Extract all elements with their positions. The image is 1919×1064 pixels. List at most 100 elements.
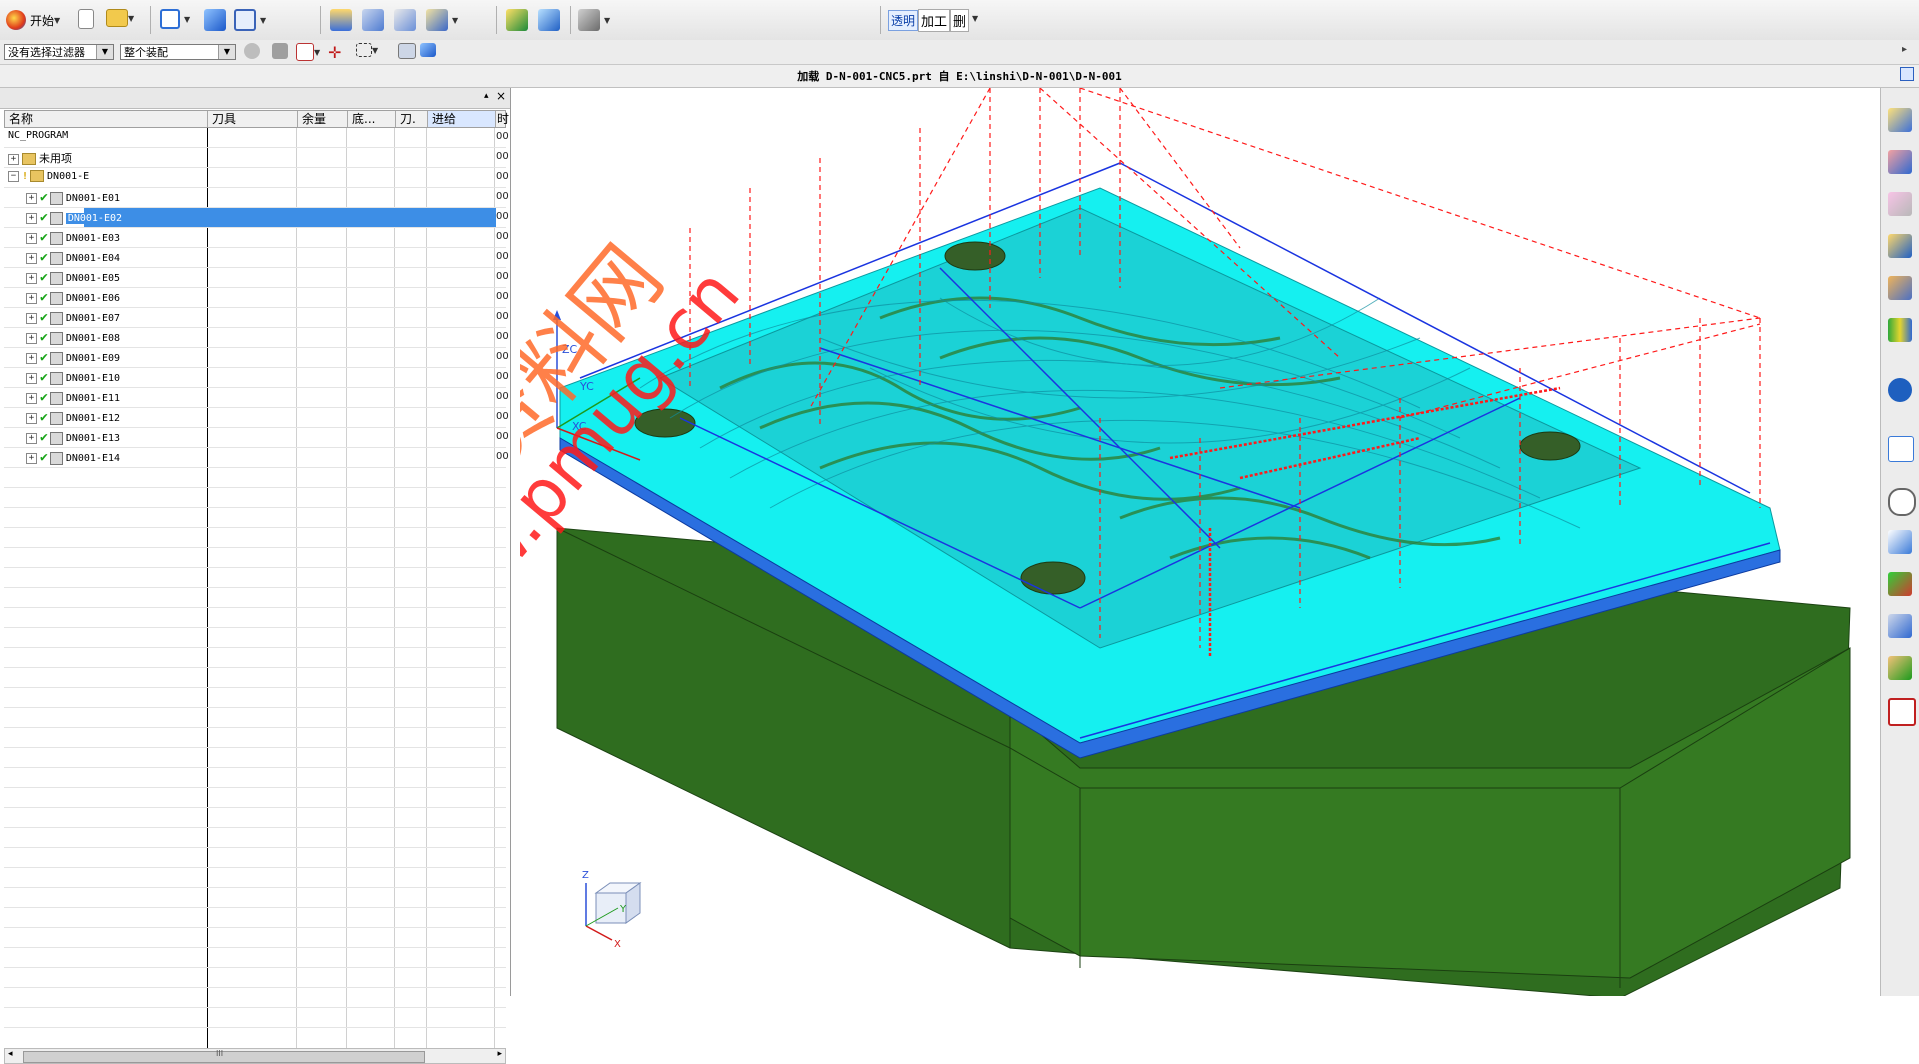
column-header-feed[interactable]: 进给 [428,111,496,127]
model-view-svg[interactable]: ZC YC XC Z Y X 编程资料网 www.pmug.cn [329,87,1872,999]
history-icon[interactable] [1888,436,1914,462]
operation-row[interactable]: + ✔ DN001-E05 00 [4,268,509,288]
operation-row[interactable]: + ✔ DN001-E02 00 [4,208,509,228]
operation-row[interactable]: + ✔ DN001-E12 00 [4,408,509,428]
user-roles-icon[interactable] [1888,656,1912,680]
delete-button[interactable]: 删 [950,8,970,32]
selection-filter-dropdown[interactable]: 没有选择过滤器 ▼ [4,44,114,60]
expand-icon[interactable]: + [26,272,37,284]
generate-toolpath-button[interactable] [506,9,528,31]
start-button[interactable]: 开始 ▼ [6,8,60,32]
postprocess-button[interactable]: ▼ [578,9,610,31]
empty-row [4,488,506,508]
expand-icon[interactable]: + [26,332,37,344]
expand-icon[interactable]: + [26,252,37,264]
view-component-button[interactable] [398,43,416,59]
web-browser-icon[interactable] [1888,378,1912,402]
window-close-button[interactable]: ▔ [1902,0,1910,9]
close-icon[interactable]: × [496,89,506,103]
expand-icon[interactable]: + [26,212,37,224]
replay-toolpath-icon [538,9,560,31]
operation-row[interactable]: + ✔ DN001-E04 00 [4,248,509,268]
operation-row[interactable]: + ✔ DN001-E08 00 [4,328,509,348]
time-cell: 00 [496,191,509,202]
operation-row[interactable]: + ✔ DN001-E01 00 [4,188,509,208]
roles-icon[interactable] [1888,572,1912,596]
chevron-left-icon[interactable]: ◂ [8,1049,13,1059]
point-type-button[interactable]: ▼ [296,43,320,61]
operation-row[interactable]: + ✔ DN001-E13 00 [4,428,509,448]
operation-row[interactable]: + ✔ DN001-E09 00 [4,348,509,368]
column-header-tool[interactable]: 刀具 [208,111,298,127]
assembly-scope-dropdown[interactable]: 整个装配 ▼ [120,44,236,60]
wireframe-view-button[interactable]: ▼ [234,9,266,31]
replay-toolpath-button[interactable] [538,9,560,31]
expand-icon[interactable]: + [8,153,19,165]
empty-row [4,868,506,888]
crosshair-button[interactable]: ✛ [328,43,341,62]
chevron-right-icon[interactable]: ▸ [497,1049,502,1059]
empty-row [4,888,506,908]
navigator-horizontal-scrollbar[interactable]: ◂ III ▸ [4,1048,506,1064]
program-order-view-button[interactable] [330,9,352,31]
column-header-stock[interactable]: 余量 [298,111,348,127]
operation-row[interactable]: + ✔ DN001-E06 00 [4,288,509,308]
tree-row-group[interactable]: −! DN001-E 00 [4,168,509,188]
expand-icon[interactable]: + [26,192,37,204]
machining-button[interactable]: 加工 [918,8,951,32]
toolbar2-overflow[interactable]: ▸ [1902,44,1907,55]
graphics-viewport[interactable]: ZC YC XC Z Y X 编程资料网 www.pmug.cn [329,87,1872,999]
process-studio-icon[interactable] [1888,530,1912,554]
expand-icon[interactable]: + [26,372,37,384]
tree-row-root[interactable]: NC_PROGRAM 00 [4,128,509,148]
operation-row[interactable]: + ✔ DN001-E07 00 [4,308,509,328]
operation-label: DN001-E09 [65,353,121,364]
scrollbar-thumb[interactable]: III [23,1049,425,1063]
new-file-button[interactable] [78,9,94,29]
column-header-time[interactable]: 时 [496,111,509,127]
geometry-icon [394,9,416,31]
method-view-button[interactable]: ▼ [426,9,458,31]
open-file-button[interactable]: ▼ [106,9,134,27]
expand-icon[interactable]: + [26,232,37,244]
toolbar-overflow[interactable]: ▼ [972,14,978,23]
reuse-library-icon[interactable] [1888,234,1912,258]
expand-icon[interactable]: + [26,432,37,444]
clock-icon[interactable] [1888,488,1916,516]
operation-icon [49,391,63,405]
column-header-name[interactable]: 名称 [5,111,208,127]
rectangle-select-button[interactable]: ▼ [356,43,378,57]
visual-reports-icon[interactable] [1888,698,1916,726]
transparent-button[interactable]: 透明 [888,9,919,31]
reset-filter-button[interactable] [244,43,260,59]
expand-icon[interactable]: + [26,352,37,364]
part-navigator-button[interactable] [420,43,436,57]
operation-row[interactable]: + ✔ DN001-E10 00 [4,368,509,388]
geometry-view-button[interactable] [394,9,416,31]
expand-icon[interactable]: + [26,412,37,424]
expand-icon[interactable]: + [26,292,37,304]
system-materials-icon[interactable] [1888,614,1912,638]
column-header-tool-short[interactable]: 刀. [396,111,428,127]
pane-menu-icon[interactable]: ▴ [484,91,489,101]
expand-icon[interactable]: + [26,392,37,404]
snap-point-button[interactable] [272,43,288,59]
expand-icon[interactable]: + [26,312,37,324]
collapse-icon[interactable]: − [8,170,19,182]
machine-tool-view-button[interactable] [362,9,384,31]
machine-tool-navigator-icon[interactable] [1888,276,1912,300]
assembly-navigator-icon[interactable] [1888,108,1912,132]
fit-view-button[interactable]: ▼ [160,9,190,29]
part-navigator-icon[interactable] [1888,192,1912,216]
constraint-navigator-icon[interactable] [1888,150,1912,174]
operation-navigator-icon[interactable] [1888,318,1912,342]
column-header-floor[interactable]: 底... [348,111,396,127]
fullscreen-button[interactable] [1900,67,1914,81]
component-icon [398,43,416,59]
operation-row[interactable]: + ✔ DN001-E14 00 [4,448,509,468]
operation-row[interactable]: + ✔ DN001-E11 00 [4,388,509,408]
shaded-view-button[interactable] [204,9,226,31]
tree-row-unused[interactable]: + 未用项 00 [4,148,509,168]
expand-icon[interactable]: + [26,452,37,464]
operation-row[interactable]: + ✔ DN001-E03 00 [4,228,509,248]
